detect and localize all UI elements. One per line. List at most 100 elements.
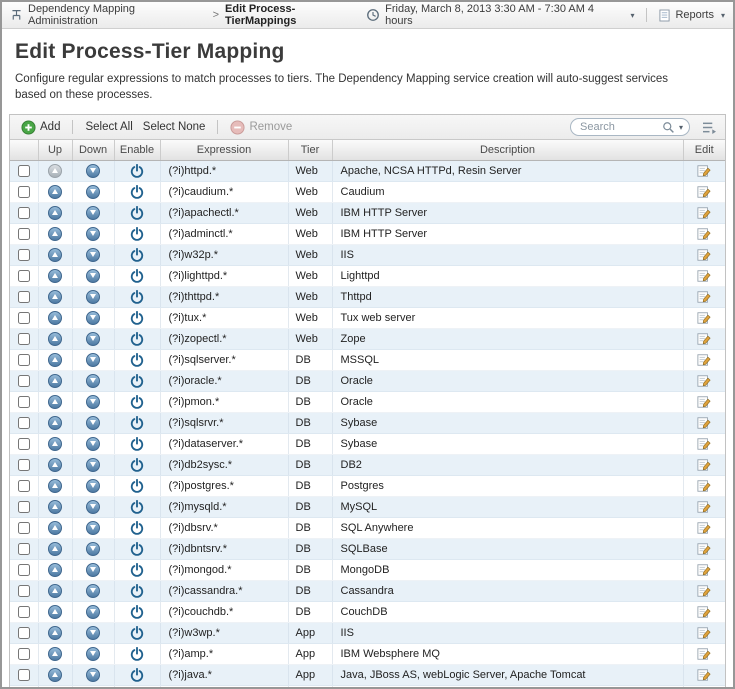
- enable-toggle[interactable]: [130, 437, 144, 451]
- time-range-chevron-down-icon[interactable]: ▾: [630, 11, 634, 20]
- move-up-button[interactable]: [48, 647, 62, 661]
- move-down-button[interactable]: [86, 269, 100, 283]
- move-up-button[interactable]: [48, 164, 62, 178]
- move-down-button[interactable]: [86, 542, 100, 556]
- move-down-button[interactable]: [86, 458, 100, 472]
- edit-button[interactable]: [697, 332, 711, 346]
- row-checkbox[interactable]: [18, 648, 30, 660]
- move-down-button[interactable]: [86, 164, 100, 178]
- row-checkbox[interactable]: [18, 585, 30, 597]
- row-checkbox[interactable]: [18, 207, 30, 219]
- move-up-button[interactable]: [48, 332, 62, 346]
- edit-button[interactable]: [697, 206, 711, 220]
- enable-toggle[interactable]: [130, 605, 144, 619]
- edit-button[interactable]: [697, 353, 711, 367]
- enable-toggle[interactable]: [130, 500, 144, 514]
- enable-toggle[interactable]: [130, 458, 144, 472]
- edit-button[interactable]: [697, 668, 711, 682]
- row-checkbox[interactable]: [18, 417, 30, 429]
- row-checkbox[interactable]: [18, 375, 30, 387]
- row-checkbox[interactable]: [18, 480, 30, 492]
- col-expression[interactable]: Expression: [160, 140, 288, 160]
- edit-button[interactable]: [697, 605, 711, 619]
- move-down-button[interactable]: [86, 626, 100, 640]
- search-options-chevron-down-icon[interactable]: ▾: [679, 123, 683, 132]
- move-up-button[interactable]: [48, 605, 62, 619]
- move-down-button[interactable]: [86, 563, 100, 577]
- move-up-button[interactable]: [48, 395, 62, 409]
- edit-button[interactable]: [697, 521, 711, 535]
- enable-toggle[interactable]: [130, 647, 144, 661]
- enable-toggle[interactable]: [130, 416, 144, 430]
- move-up-button[interactable]: [48, 437, 62, 451]
- move-down-button[interactable]: [86, 605, 100, 619]
- row-checkbox[interactable]: [18, 438, 30, 450]
- add-button[interactable]: Add: [16, 118, 65, 137]
- edit-button[interactable]: [697, 269, 711, 283]
- enable-toggle[interactable]: [130, 395, 144, 409]
- move-up-button[interactable]: [48, 668, 62, 682]
- enable-toggle[interactable]: [130, 332, 144, 346]
- move-down-button[interactable]: [86, 290, 100, 304]
- reports-menu[interactable]: Reports: [675, 9, 714, 21]
- enable-toggle[interactable]: [130, 563, 144, 577]
- reports-chevron-down-icon[interactable]: ▾: [721, 11, 725, 20]
- select-all-button[interactable]: Select All: [80, 119, 137, 135]
- enable-toggle[interactable]: [130, 626, 144, 640]
- move-down-button[interactable]: [86, 353, 100, 367]
- edit-button[interactable]: [697, 164, 711, 178]
- row-checkbox[interactable]: [18, 291, 30, 303]
- enable-toggle[interactable]: [130, 206, 144, 220]
- row-checkbox[interactable]: [18, 249, 30, 261]
- row-checkbox[interactable]: [18, 333, 30, 345]
- edit-button[interactable]: [697, 458, 711, 472]
- row-checkbox[interactable]: [18, 522, 30, 534]
- move-up-button[interactable]: [48, 521, 62, 535]
- move-up-button[interactable]: [48, 626, 62, 640]
- edit-button[interactable]: [697, 647, 711, 661]
- move-up-button[interactable]: [48, 374, 62, 388]
- row-checkbox[interactable]: [18, 186, 30, 198]
- move-up-button[interactable]: [48, 227, 62, 241]
- move-down-button[interactable]: [86, 584, 100, 598]
- enable-toggle[interactable]: [130, 164, 144, 178]
- row-checkbox[interactable]: [18, 165, 30, 177]
- move-up-button[interactable]: [48, 479, 62, 493]
- enable-toggle[interactable]: [130, 269, 144, 283]
- enable-toggle[interactable]: [130, 521, 144, 535]
- move-up-button[interactable]: [48, 290, 62, 304]
- row-checkbox[interactable]: [18, 606, 30, 618]
- edit-button[interactable]: [697, 479, 711, 493]
- move-up-button[interactable]: [48, 353, 62, 367]
- enable-toggle[interactable]: [130, 542, 144, 556]
- enable-toggle[interactable]: [130, 311, 144, 325]
- move-up-button[interactable]: [48, 185, 62, 199]
- move-down-button[interactable]: [86, 395, 100, 409]
- edit-button[interactable]: [697, 500, 711, 514]
- edit-button[interactable]: [697, 416, 711, 430]
- edit-button[interactable]: [697, 311, 711, 325]
- edit-button[interactable]: [697, 395, 711, 409]
- move-up-button[interactable]: [48, 269, 62, 283]
- edit-button[interactable]: [697, 290, 711, 304]
- table-options-icon[interactable]: [702, 121, 717, 134]
- row-checkbox[interactable]: [18, 396, 30, 408]
- select-none-button[interactable]: Select None: [138, 119, 211, 135]
- row-checkbox[interactable]: [18, 312, 30, 324]
- move-down-button[interactable]: [86, 647, 100, 661]
- row-checkbox[interactable]: [18, 459, 30, 471]
- edit-button[interactable]: [697, 584, 711, 598]
- edit-button[interactable]: [697, 542, 711, 556]
- move-up-button[interactable]: [48, 206, 62, 220]
- row-checkbox[interactable]: [18, 501, 30, 513]
- col-down[interactable]: Down: [72, 140, 114, 160]
- edit-button[interactable]: [697, 374, 711, 388]
- enable-toggle[interactable]: [130, 353, 144, 367]
- remove-button[interactable]: Remove: [225, 118, 297, 137]
- move-up-button[interactable]: [48, 500, 62, 514]
- col-enable[interactable]: Enable: [114, 140, 160, 160]
- enable-toggle[interactable]: [130, 374, 144, 388]
- edit-button[interactable]: [697, 437, 711, 451]
- move-down-button[interactable]: [86, 521, 100, 535]
- move-down-button[interactable]: [86, 248, 100, 262]
